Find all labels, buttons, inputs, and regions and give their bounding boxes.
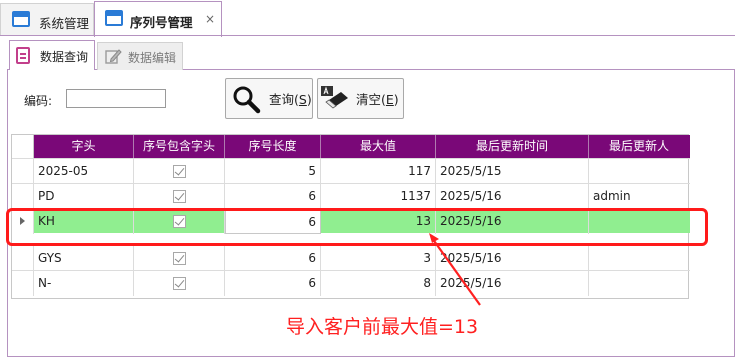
column-header-max[interactable]: 最大值 bbox=[321, 135, 436, 158]
table-row-selected[interactable]: KH 6 13 2025/5/16 bbox=[12, 208, 690, 234]
row-indicator[interactable] bbox=[12, 184, 34, 209]
cell-max[interactable]: 1137 bbox=[321, 184, 436, 209]
cell-length[interactable]: 6 bbox=[225, 271, 321, 296]
checkbox[interactable] bbox=[173, 215, 186, 228]
cell-length[interactable]: 6 bbox=[225, 246, 321, 271]
table-row[interactable]: GYS 6 3 2025/5/16 bbox=[12, 245, 690, 271]
table-row[interactable]: PD 6 1137 2025/5/16 admin bbox=[12, 183, 690, 209]
grid-corner bbox=[12, 135, 34, 158]
window: 系统管理 序列号管理 × 数据查询 数据编辑 编码: 查询(S) 清空(E) 字… bbox=[0, 0, 735, 357]
tab-system-management[interactable]: 系统管理 bbox=[0, 3, 94, 36]
cell-max[interactable]: 3 bbox=[321, 246, 436, 271]
column-header-length[interactable]: 序号长度 bbox=[225, 135, 321, 158]
code-input[interactable] bbox=[66, 89, 166, 108]
query-button-label: 查询(S) bbox=[269, 92, 312, 107]
table-row[interactable]: 2025-05 5 117 2025/5/15 bbox=[12, 158, 690, 184]
tab-serial-management[interactable]: 序列号管理 × bbox=[94, 1, 222, 37]
cell-prefix[interactable]: N- bbox=[34, 271, 134, 296]
cell-prefix[interactable]: KH bbox=[34, 209, 134, 234]
subtab-label: 数据编辑 bbox=[128, 51, 177, 65]
cell-updated-by[interactable] bbox=[589, 271, 690, 296]
window-icon bbox=[12, 11, 30, 27]
subtab-data-edit[interactable]: 数据编辑 bbox=[97, 42, 183, 70]
tab-label: 序列号管理 bbox=[130, 15, 193, 30]
cell-max[interactable]: 117 bbox=[321, 159, 436, 184]
current-row-arrow-icon bbox=[20, 217, 25, 225]
annotation-text: 导入客户前最大值=13 bbox=[286, 316, 479, 338]
magnifier-icon bbox=[233, 86, 261, 113]
cell-include-prefix[interactable] bbox=[134, 184, 225, 209]
main-tab-strip: 系统管理 序列号管理 × bbox=[0, 0, 735, 37]
code-label: 编码: bbox=[24, 94, 53, 108]
cell-prefix[interactable]: 2025-05 bbox=[34, 159, 134, 184]
serial-number-grid: 字头 序号包含字头 序号长度 最大值 最后更新时间 最后更新人 2025-05 … bbox=[11, 134, 690, 299]
cell-updated-time[interactable]: 2025/5/16 bbox=[436, 209, 589, 234]
row-indicator[interactable] bbox=[12, 159, 34, 184]
window-icon bbox=[105, 10, 123, 26]
cell-updated-time[interactable]: 2025/5/15 bbox=[436, 159, 589, 184]
clear-button-label: 清空(E) bbox=[356, 92, 399, 107]
checkbox[interactable] bbox=[173, 165, 186, 178]
cell-updated-by[interactable] bbox=[589, 209, 690, 234]
cell-length[interactable]: 5 bbox=[225, 159, 321, 184]
subtab-data-query[interactable]: 数据查询 bbox=[9, 40, 95, 70]
row-indicator[interactable] bbox=[12, 246, 34, 271]
cell-length[interactable]: 6 bbox=[225, 184, 321, 209]
cell-include-prefix[interactable] bbox=[134, 246, 225, 271]
clear-button[interactable]: 清空(E) bbox=[317, 78, 404, 119]
eraser-icon bbox=[321, 85, 348, 109]
checkbox[interactable] bbox=[173, 252, 186, 265]
cell-include-prefix[interactable] bbox=[134, 159, 225, 184]
cell-include-prefix[interactable] bbox=[134, 271, 225, 296]
row-indicator[interactable] bbox=[12, 271, 34, 296]
cell-updated-time[interactable]: 2025/5/16 bbox=[436, 246, 589, 271]
checkbox[interactable] bbox=[173, 277, 186, 290]
grid-header: 字头 序号包含字头 序号长度 最大值 最后更新时间 最后更新人 bbox=[12, 135, 690, 158]
checkbox[interactable] bbox=[173, 190, 186, 203]
column-header-updated-by[interactable]: 最后更新人 bbox=[589, 135, 689, 158]
cell-max[interactable]: 8 bbox=[321, 271, 436, 296]
cell-prefix[interactable]: PD bbox=[34, 184, 134, 209]
cell-prefix[interactable]: GYS bbox=[34, 246, 134, 271]
close-icon[interactable]: × bbox=[205, 12, 215, 26]
row-indicator[interactable] bbox=[12, 209, 34, 234]
cell-length-focused[interactable]: 6 bbox=[225, 209, 321, 234]
tab-label: 系统管理 bbox=[39, 16, 90, 31]
cell-updated-time[interactable]: 2025/5/16 bbox=[436, 271, 589, 296]
cell-include-prefix[interactable] bbox=[134, 209, 225, 234]
column-header-updated-time[interactable]: 最后更新时间 bbox=[436, 135, 589, 158]
tab-divider bbox=[0, 35, 735, 36]
subtab-label: 数据查询 bbox=[40, 50, 89, 64]
cell-updated-by[interactable] bbox=[589, 159, 690, 184]
edit-icon bbox=[105, 49, 122, 64]
column-header-prefix[interactable]: 字头 bbox=[34, 135, 134, 158]
table-row[interactable]: N- 6 8 2025/5/16 bbox=[12, 270, 690, 296]
cell-updated-by[interactable] bbox=[589, 246, 690, 271]
cell-max[interactable]: 13 bbox=[321, 209, 436, 234]
document-icon bbox=[16, 47, 30, 64]
column-header-include-prefix[interactable]: 序号包含字头 bbox=[134, 135, 225, 158]
query-button[interactable]: 查询(S) bbox=[225, 78, 313, 119]
cell-updated-time[interactable]: 2025/5/16 bbox=[436, 184, 589, 209]
cell-updated-by[interactable]: admin bbox=[589, 184, 690, 209]
